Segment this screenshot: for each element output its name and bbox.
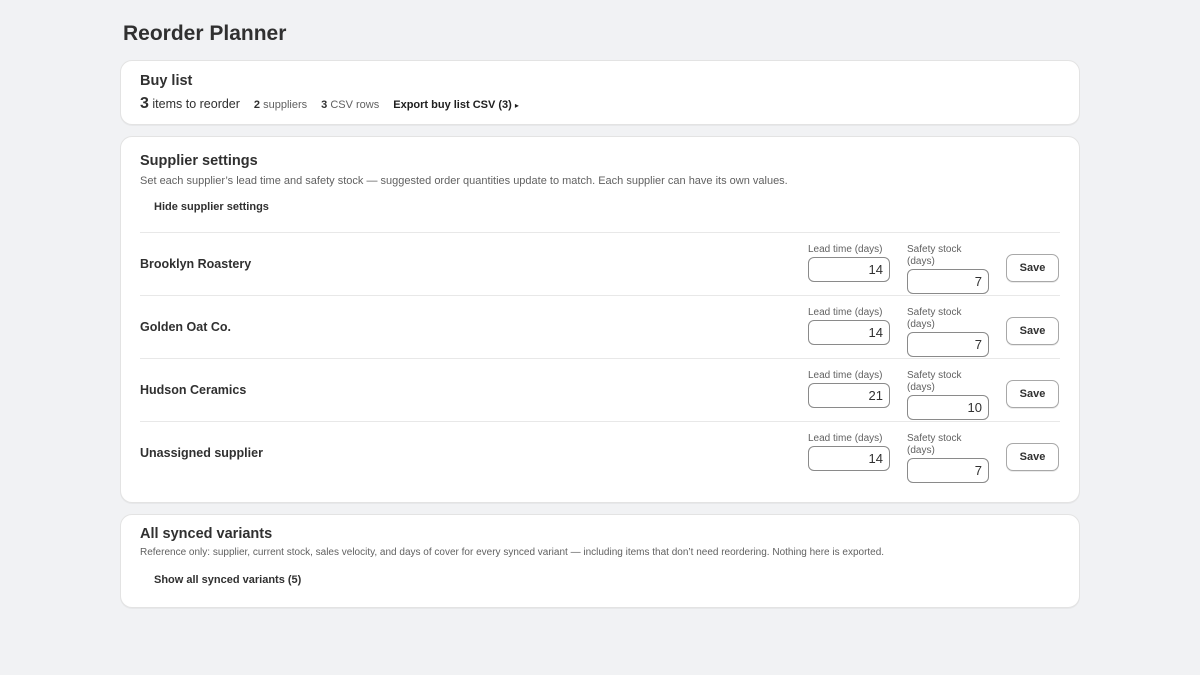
- lead-time-field: Lead time (days): [808, 244, 892, 282]
- lead-time-label: Lead time (days): [808, 433, 883, 444]
- supplier-settings-title: Supplier settings: [140, 153, 258, 169]
- safety-stock-input[interactable]: [907, 332, 989, 357]
- safety-stock-label: Safety stock (days): [907, 433, 962, 456]
- lead-time-input[interactable]: [808, 320, 890, 345]
- csv-count: 3: [321, 99, 328, 111]
- items-to-reorder-stat: 3 items to reorder: [140, 95, 240, 113]
- supplier-name: Unassigned supplier: [140, 446, 263, 460]
- save-button[interactable]: Save: [1006, 317, 1059, 345]
- safety-stock-field: Safety stock (days): [907, 433, 991, 483]
- safety-stock-input[interactable]: [907, 269, 989, 294]
- lead-time-field: Lead time (days): [808, 433, 892, 471]
- safety-stock-input[interactable]: [907, 458, 989, 483]
- safety-stock-field: Safety stock (days): [907, 307, 991, 357]
- csv-label: CSV rows: [330, 99, 380, 111]
- safety-stock-field: Safety stock (days): [907, 370, 991, 420]
- lead-time-label: Lead time (days): [808, 244, 883, 255]
- all-synced-variants-card: All synced variants Reference only: supp…: [120, 514, 1080, 608]
- suppliers-stat: 2 suppliers: [254, 99, 307, 111]
- save-button[interactable]: Save: [1006, 254, 1059, 282]
- lead-time-label: Lead time (days): [808, 370, 883, 381]
- supplier-name: Brooklyn Roastery: [140, 257, 252, 271]
- items-label: items to reorder: [152, 97, 240, 111]
- lead-time-field: Lead time (days): [808, 307, 892, 345]
- supplier-list: Brooklyn Roastery Lead time (days) Safet…: [140, 232, 1060, 484]
- reorder-planner-page: Reorder Planner Buy list 3 items to reor…: [120, 0, 1080, 608]
- export-buy-list-button[interactable]: Export buy list CSV (3) ▸: [393, 99, 519, 111]
- supplier-settings-description: Set each supplier’s lead time and safety…: [140, 175, 788, 187]
- all-synced-variants-title: All synced variants: [140, 526, 273, 542]
- lead-time-label: Lead time (days): [808, 307, 883, 318]
- lead-time-input[interactable]: [808, 446, 890, 471]
- supplier-row: Unassigned supplier Lead time (days) Saf…: [140, 422, 1060, 484]
- safety-stock-label: Safety stock (days): [907, 370, 962, 393]
- supplier-row: Golden Oat Co. Lead time (days) Safety s…: [140, 296, 1060, 359]
- safety-stock-label: Safety stock (days): [907, 244, 962, 267]
- buy-list-card: Buy list 3 items to reorder 2 suppliers …: [120, 60, 1080, 125]
- hide-supplier-settings-button[interactable]: Hide supplier settings: [140, 200, 283, 214]
- all-synced-variants-description: Reference only: supplier, current stock,…: [140, 547, 885, 558]
- caret-right-icon: ▸: [514, 101, 519, 110]
- safety-stock-field: Safety stock (days): [907, 244, 991, 294]
- save-button[interactable]: Save: [1006, 380, 1059, 408]
- supplier-row: Brooklyn Roastery Lead time (days) Safet…: [140, 233, 1060, 296]
- lead-time-input[interactable]: [808, 383, 890, 408]
- show-all-synced-variants-button[interactable]: Show all synced variants (5): [140, 573, 315, 587]
- safety-stock-input[interactable]: [907, 395, 989, 420]
- supplier-name: Golden Oat Co.: [140, 320, 231, 334]
- save-button[interactable]: Save: [1006, 443, 1059, 471]
- lead-time-field: Lead time (days): [808, 370, 892, 408]
- items-count: 3: [140, 95, 149, 112]
- buy-list-stats: 3 items to reorder 2 suppliers 3 CSV row…: [140, 95, 1060, 113]
- lead-time-input[interactable]: [808, 257, 890, 282]
- export-label: Export buy list CSV (3): [393, 99, 512, 111]
- safety-stock-label: Safety stock (days): [907, 307, 962, 330]
- page-title: Reorder Planner: [123, 22, 287, 45]
- suppliers-label: suppliers: [263, 99, 308, 111]
- supplier-settings-card: Supplier settings Set each supplier’s le…: [120, 136, 1080, 503]
- buy-list-title: Buy list: [140, 73, 193, 89]
- suppliers-count: 2: [253, 99, 261, 111]
- supplier-row: Hudson Ceramics Lead time (days) Safety …: [140, 359, 1060, 422]
- csv-rows-stat: 3 CSV rows: [321, 99, 379, 111]
- supplier-name: Hudson Ceramics: [140, 383, 247, 397]
